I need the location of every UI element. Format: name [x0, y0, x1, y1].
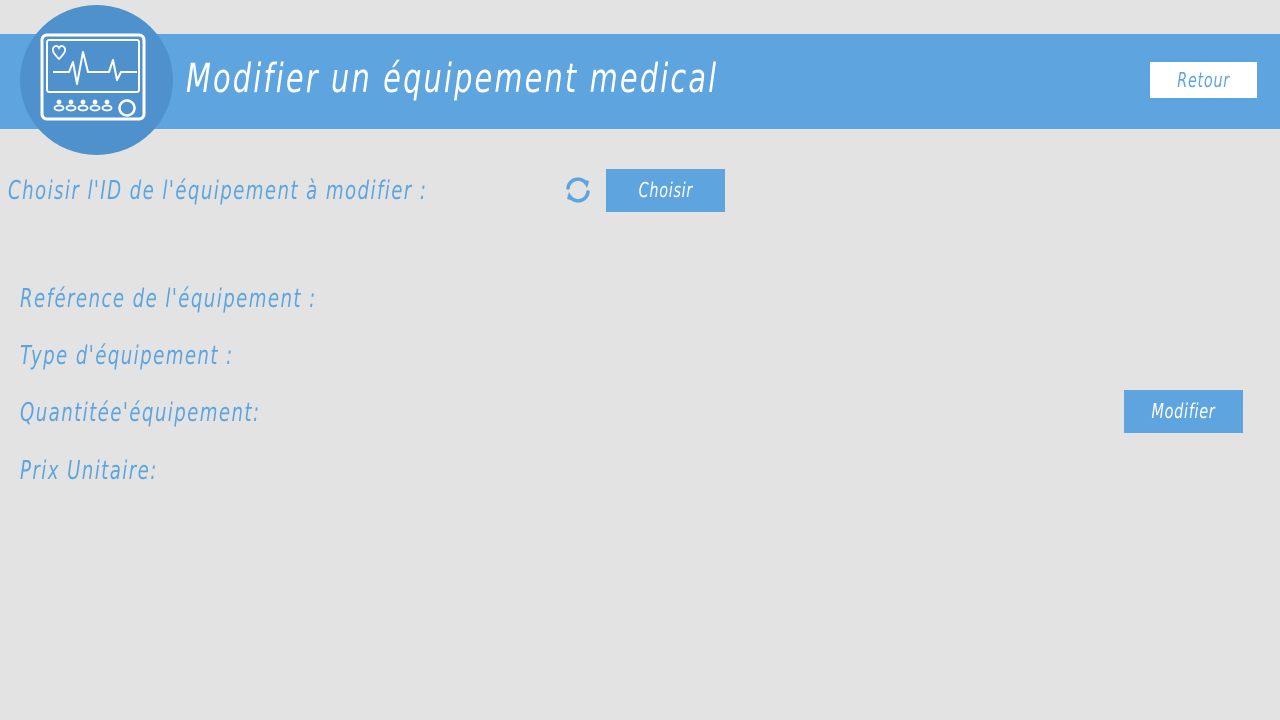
type-label: Type d'équipement : — [20, 341, 234, 371]
choose-button-label: Choisir — [638, 178, 693, 202]
back-button[interactable]: Retour — [1150, 62, 1257, 98]
refresh-icon[interactable] — [564, 176, 592, 204]
unit-price-label: Prix Unitaire: — [20, 456, 158, 486]
back-button-label: Retour — [1177, 68, 1230, 92]
choose-id-label: Choisir l'ID de l'équipement à modifier … — [8, 176, 428, 206]
reference-label: Reférence de l'équipement : — [20, 284, 317, 314]
logo — [20, 5, 173, 155]
choose-button[interactable]: Choisir — [606, 169, 725, 212]
medical-monitor-icon — [40, 33, 146, 121]
quantity-label: Quantitée'équipement: — [20, 398, 261, 428]
modify-button[interactable]: Modifier — [1124, 390, 1243, 433]
page-title: Modifier un équipement medical — [186, 56, 719, 102]
modify-button-label: Modifier — [1151, 399, 1216, 423]
